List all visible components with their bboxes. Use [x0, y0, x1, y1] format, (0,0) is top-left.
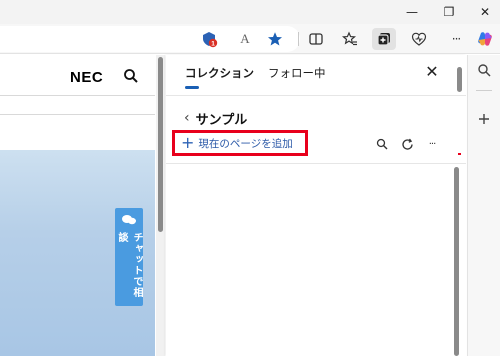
browser-window: — ❐ ✕ 1 A ··· NEC チャットで相談 コレクション フォロー中 ✕… [0, 0, 500, 356]
alert-badge-count: 1 [211, 41, 215, 48]
chat-consult-button[interactable]: チャットで相談 [115, 208, 143, 306]
back-chevron-icon[interactable]: ‹ [184, 110, 190, 126]
collection-title: サンプル [195, 112, 248, 128]
more-icon[interactable]: ··· [447, 30, 465, 48]
sidebar-separator [476, 90, 492, 91]
red-marker [458, 153, 461, 155]
read-aloud-icon[interactable]: A [236, 30, 254, 48]
chat-consult-label: チャットで相談 [116, 232, 142, 298]
tab-collections[interactable]: コレクション [185, 65, 254, 81]
browser-essentials-icon[interactable] [410, 30, 428, 48]
collection-more-icon[interactable]: ··· [425, 137, 439, 151]
restore-button[interactable]: ❐ [441, 4, 457, 20]
collection-items-divider [166, 163, 466, 164]
page-scrollbar[interactable] [156, 55, 165, 356]
tab-following[interactable]: フォロー中 [268, 65, 326, 81]
extension-alert-icon[interactable]: 1 [200, 30, 218, 48]
nec-logo[interactable]: NEC [70, 69, 103, 86]
page-scrollbar-thumb[interactable] [158, 57, 163, 232]
search-collection-icon[interactable] [375, 137, 389, 151]
search-icon[interactable] [476, 62, 492, 78]
favorite-star-icon[interactable] [266, 30, 284, 48]
nav-divider [0, 114, 155, 115]
active-tab-indicator [185, 86, 199, 89]
panel-scrollbar-thumb[interactable] [454, 167, 459, 356]
collections-panel: コレクション フォロー中 ✕ ‹ サンプル + 現在のページを追加 ··· [166, 55, 466, 356]
copilot-icon[interactable] [476, 30, 494, 48]
collections-icon[interactable] [372, 28, 396, 50]
panel-scrollbar[interactable] [452, 165, 462, 356]
plus-icon: + [181, 133, 195, 152]
address-bar[interactable] [0, 26, 300, 52]
chat-bubble-icon [121, 214, 137, 229]
collection-header: ‹ サンプル [184, 108, 247, 128]
toolbar-separator [298, 32, 299, 46]
close-window-button[interactable]: ✕ [477, 4, 493, 20]
refresh-icon[interactable] [400, 137, 414, 151]
favorites-icon[interactable] [341, 30, 359, 48]
browser-toolbar: 1 A ··· [0, 24, 500, 54]
close-panel-button[interactable]: ✕ [424, 64, 440, 80]
header-divider [0, 95, 155, 96]
panel-header-scrollbar[interactable] [457, 67, 462, 92]
add-icon[interactable] [476, 111, 492, 127]
minimize-button[interactable]: — [404, 4, 420, 20]
add-current-page-button[interactable]: + 現在のページを追加 [172, 130, 308, 156]
title-bar: — ❐ ✕ [0, 0, 500, 24]
split-screen-icon[interactable] [307, 30, 325, 48]
web-page-content: NEC チャットで相談 [0, 55, 155, 356]
edge-sidebar [467, 55, 500, 356]
panel-header-divider [166, 95, 466, 96]
add-current-page-label: 現在のページを追加 [198, 137, 293, 150]
site-search-icon[interactable] [123, 68, 139, 84]
